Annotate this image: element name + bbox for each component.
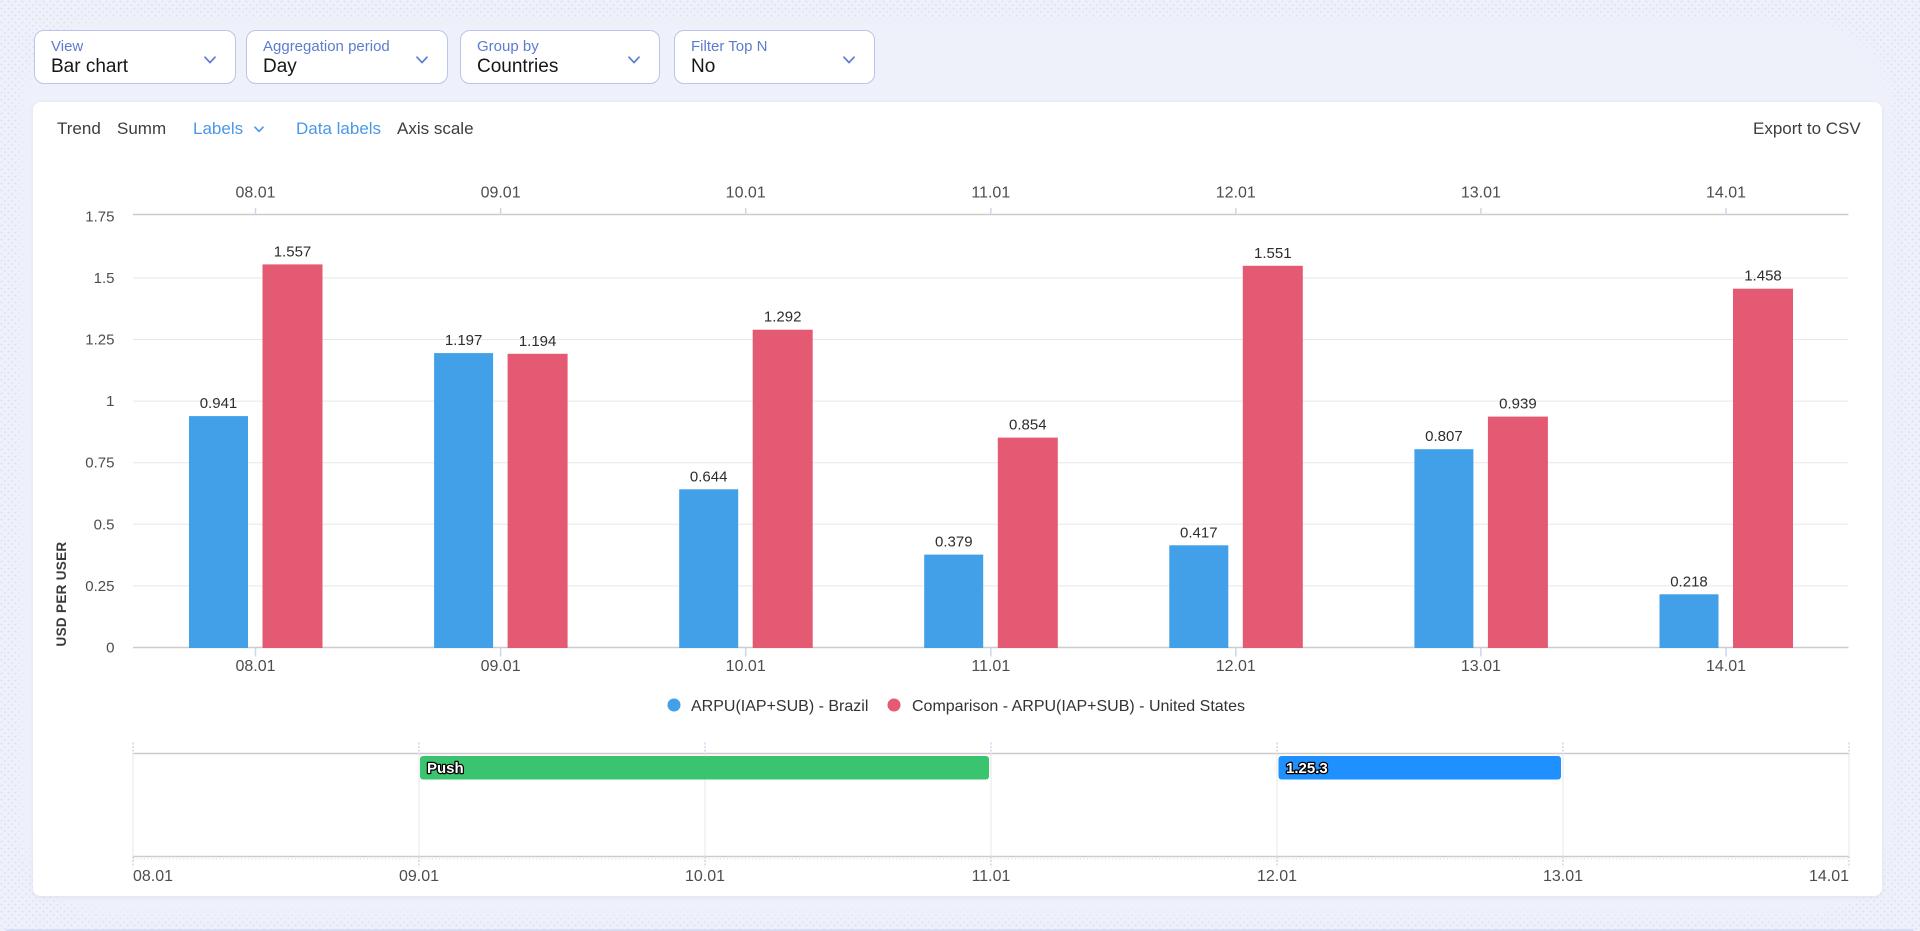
svg-text:09.01: 09.01: [399, 868, 439, 885]
svg-text:0: 0: [106, 640, 114, 657]
svg-text:0.644: 0.644: [690, 468, 728, 485]
svg-text:12.01: 12.01: [1216, 658, 1256, 675]
svg-text:13.01: 13.01: [1461, 658, 1501, 675]
svg-text:1.25.3: 1.25.3: [1286, 760, 1328, 777]
svg-text:11.01: 11.01: [972, 868, 1011, 885]
svg-text:14.01: 14.01: [1809, 868, 1849, 885]
svg-text:10.01: 10.01: [726, 658, 766, 675]
svg-text:1.197: 1.197: [445, 332, 483, 349]
svg-text:1.292: 1.292: [764, 309, 802, 326]
svg-text:1.25: 1.25: [85, 332, 114, 349]
svg-text:1.557: 1.557: [274, 243, 312, 260]
svg-text:0.854: 0.854: [1009, 417, 1047, 434]
svg-text:0.75: 0.75: [85, 455, 114, 472]
svg-text:0.379: 0.379: [935, 534, 973, 551]
svg-text:ARPU(IAP+SUB) - Brazil: ARPU(IAP+SUB) - Brazil: [691, 698, 868, 715]
svg-text:11.01: 11.01: [971, 658, 1010, 675]
svg-text:09.01: 09.01: [481, 185, 521, 202]
svg-text:14.01: 14.01: [1706, 185, 1746, 202]
svg-text:14.01: 14.01: [1706, 658, 1746, 675]
svg-text:12.01: 12.01: [1257, 868, 1297, 885]
svg-text:Push: Push: [427, 760, 464, 777]
svg-text:13.01: 13.01: [1461, 185, 1501, 202]
svg-text:USD PER USER: USD PER USER: [54, 542, 69, 647]
svg-text:11.01: 11.01: [971, 185, 1010, 202]
svg-text:0.218: 0.218: [1670, 573, 1708, 590]
svg-text:08.01: 08.01: [235, 185, 275, 202]
svg-text:0.25: 0.25: [85, 578, 114, 595]
svg-text:12.01: 12.01: [1216, 185, 1256, 202]
svg-text:1.458: 1.458: [1744, 268, 1782, 285]
svg-text:08.01: 08.01: [235, 658, 275, 675]
svg-text:1.5: 1.5: [94, 270, 115, 287]
svg-text:10.01: 10.01: [685, 868, 725, 885]
svg-text:0.941: 0.941: [200, 395, 238, 412]
svg-text:1.551: 1.551: [1254, 245, 1292, 262]
svg-text:10.01: 10.01: [726, 185, 766, 202]
svg-text:1.194: 1.194: [519, 333, 557, 350]
svg-text:09.01: 09.01: [481, 658, 521, 675]
svg-text:1.75: 1.75: [85, 208, 114, 225]
svg-text:08.01: 08.01: [133, 868, 173, 885]
svg-text:13.01: 13.01: [1543, 868, 1583, 885]
svg-text:Comparison - ARPU(IAP+SUB) - U: Comparison - ARPU(IAP+SUB) - United Stat…: [912, 698, 1245, 715]
svg-text:0.417: 0.417: [1180, 524, 1218, 541]
svg-text:1: 1: [106, 393, 114, 410]
svg-text:0.5: 0.5: [94, 516, 115, 533]
svg-text:0.939: 0.939: [1499, 396, 1537, 413]
svg-text:0.807: 0.807: [1425, 428, 1463, 445]
